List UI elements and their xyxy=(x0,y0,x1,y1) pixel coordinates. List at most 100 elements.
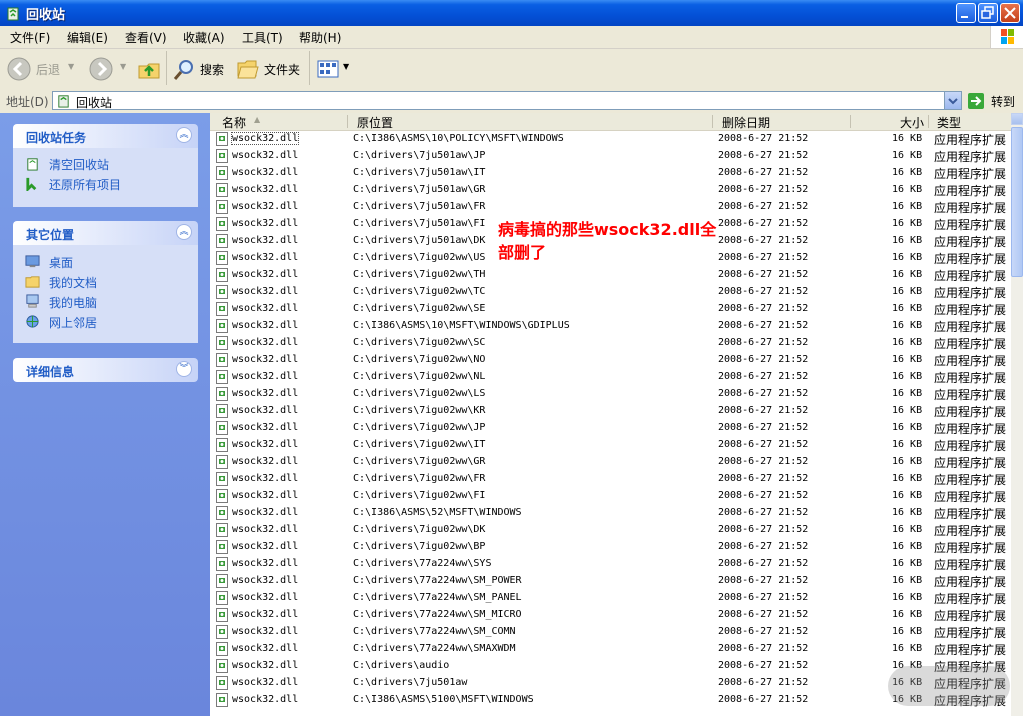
table-row[interactable]: wsock32.dll C:\drivers\7igu02ww\GR 2008-6-… xyxy=(210,454,1011,471)
table-row[interactable]: wsock32.dll C:\drivers\7ju501aw\FR 2008-6-… xyxy=(210,199,1011,216)
table-row[interactable]: wsock32.dll C:\drivers\77a224ww\SM_COMN 20… xyxy=(210,624,1011,641)
file-deleted-date: 2008-6-27 21:52 xyxy=(718,439,809,450)
expand-icon[interactable]: ︾ xyxy=(176,361,192,377)
file-name: wsock32.dll xyxy=(232,575,299,586)
collapse-icon[interactable]: ︽ xyxy=(176,127,192,143)
menu-edit[interactable]: 编辑(E) xyxy=(67,29,108,46)
table-row[interactable]: wsock32.dll C:\drivers\77a224ww\SM_POWER 2… xyxy=(210,573,1011,590)
forward-button[interactable]: ▼ xyxy=(88,56,128,82)
table-row[interactable]: wsock32.dll C:\drivers\7ju501aw\GR 2008-6-… xyxy=(210,182,1011,199)
views-icon xyxy=(317,60,339,78)
address-input[interactable]: 回收站 xyxy=(52,91,962,110)
file-type: 应用程序扩展 xyxy=(934,422,1007,436)
menu-tools[interactable]: 工具(T) xyxy=(242,29,283,46)
table-row[interactable]: wsock32.dll C:\I386\ASMS\10\MSFT\WINDOWS\… xyxy=(210,318,1011,335)
file-deleted-date: 2008-6-27 21:52 xyxy=(718,507,809,518)
address-dropdown[interactable] xyxy=(944,92,961,109)
file-list: 名称 ▲ 原位置 删除日期 大小 类型 wsock32.dll C:\I386\A… xyxy=(210,113,1023,716)
details-header[interactable]: 详细信息 ︾ xyxy=(13,358,198,382)
search-button[interactable]: 搜索 xyxy=(172,56,230,82)
toolbar: 后退 ▼ ▼ 搜索 文件夹 ▼ xyxy=(0,49,1023,90)
recycle-tasks-header[interactable]: 回收站任务 ︽ xyxy=(13,124,198,148)
restore-icon xyxy=(981,6,994,19)
table-row[interactable]: wsock32.dll C:\drivers\audio 2008-6-27 21:… xyxy=(210,658,1011,675)
table-row[interactable]: wsock32.dll C:\drivers\7igu02ww\SE 2008-6-… xyxy=(210,301,1011,318)
table-row[interactable]: wsock32.dll C:\drivers\7ju501aw\JP 2008-6-… xyxy=(210,148,1011,165)
file-size: 16 KB xyxy=(892,405,923,416)
table-row[interactable]: wsock32.dll C:\drivers\7igu02ww\JP 2008-6-… xyxy=(210,420,1011,437)
views-button[interactable]: ▼ xyxy=(316,58,352,80)
table-row[interactable]: wsock32.dll C:\drivers\7ju501aw\IT 2008-6-… xyxy=(210,165,1011,182)
folders-button[interactable]: 文件夹 xyxy=(236,56,302,82)
menu-view[interactable]: 查看(V) xyxy=(125,29,167,46)
table-row[interactable]: wsock32.dll C:\drivers\77a224ww\SMAXWDM 20… xyxy=(210,641,1011,658)
file-location: C:\drivers\7igu02ww\NO xyxy=(353,354,486,365)
file-type: 应用程序扩展 xyxy=(934,490,1007,504)
other-places-header[interactable]: 其它位置 ︽ xyxy=(13,221,198,245)
file-deleted-date: 2008-6-27 21:52 xyxy=(718,490,809,501)
column-divider[interactable] xyxy=(850,115,851,128)
collapse-icon[interactable]: ︽ xyxy=(176,224,192,240)
other-places-body: 桌面 我的文档 我的电脑 网上邻居 xyxy=(13,245,198,343)
table-row[interactable]: wsock32.dll C:\drivers\77a224ww\SYS 2008-6… xyxy=(210,556,1011,573)
column-divider[interactable] xyxy=(928,115,929,128)
file-size: 16 KB xyxy=(892,456,923,467)
table-row[interactable]: wsock32.dll C:\drivers\7igu02ww\NL 2008-6-… xyxy=(210,369,1011,386)
table-row[interactable]: wsock32.dll C:\drivers\7igu02ww\BP 2008-6-… xyxy=(210,539,1011,556)
file-location: C:\drivers\7igu02ww\IT xyxy=(353,439,486,450)
menu-favorites[interactable]: 收藏(A) xyxy=(183,29,225,46)
table-row[interactable]: wsock32.dll C:\I386\ASMS\10\POLICY\MSFT\W… xyxy=(210,131,1011,148)
file-type: 应用程序扩展 xyxy=(934,303,1007,317)
table-row[interactable]: wsock32.dll C:\drivers\7igu02ww\DK 2008-6-… xyxy=(210,522,1011,539)
dll-file-icon xyxy=(216,693,228,707)
table-row[interactable]: wsock32.dll C:\drivers\7igu02ww\NO 2008-6-… xyxy=(210,352,1011,369)
table-row[interactable]: wsock32.dll C:\drivers\7igu02ww\TC 2008-6-… xyxy=(210,284,1011,301)
table-row[interactable]: wsock32.dll C:\drivers\7igu02ww\FR 2008-6-… xyxy=(210,471,1011,488)
back-dropdown-icon[interactable]: ▼ xyxy=(68,62,74,71)
file-deleted-date: 2008-6-27 21:52 xyxy=(718,694,809,705)
file-location: C:\drivers\7igu02ww\FR xyxy=(353,473,486,484)
file-size: 16 KB xyxy=(892,371,923,382)
scroll-thumb[interactable] xyxy=(1011,127,1023,277)
table-row[interactable]: wsock32.dll C:\drivers\7igu02ww\TH 2008-6-… xyxy=(210,267,1011,284)
file-type: 应用程序扩展 xyxy=(934,354,1007,368)
table-row[interactable]: wsock32.dll C:\drivers\7igu02ww\KR 2008-6-… xyxy=(210,403,1011,420)
table-row[interactable]: wsock32.dll C:\drivers\77a224ww\SM_MICRO 2… xyxy=(210,607,1011,624)
menu-help[interactable]: 帮助(H) xyxy=(299,29,341,46)
column-header-size[interactable]: 大小 xyxy=(900,114,924,131)
back-button[interactable]: 后退 ▼ xyxy=(6,56,76,82)
up-folder-button[interactable] xyxy=(137,56,161,82)
table-row[interactable]: wsock32.dll C:\drivers\7igu02ww\FI 2008-6-… xyxy=(210,488,1011,505)
column-divider[interactable] xyxy=(347,115,348,128)
forward-arrow-icon xyxy=(89,57,113,81)
minimize-button[interactable] xyxy=(956,3,976,23)
file-name: wsock32.dll xyxy=(232,269,299,280)
column-header-type[interactable]: 类型 xyxy=(937,114,961,131)
file-type: 应用程序扩展 xyxy=(934,405,1007,419)
column-header-location[interactable]: 原位置 xyxy=(357,114,393,131)
table-row[interactable]: wsock32.dll C:\drivers\7igu02ww\SC 2008-6-… xyxy=(210,335,1011,352)
forward-dropdown-icon[interactable]: ▼ xyxy=(120,62,126,71)
views-dropdown-icon[interactable]: ▼ xyxy=(343,62,349,71)
panel-title: 回收站任务 xyxy=(26,131,87,145)
close-button[interactable] xyxy=(1000,3,1020,23)
go-button[interactable]: 转到 xyxy=(967,91,1019,111)
windows-flag-icon xyxy=(1001,29,1014,44)
restore-button[interactable] xyxy=(978,3,998,23)
column-divider[interactable] xyxy=(712,115,713,128)
title-bar[interactable]: 回收站 xyxy=(0,0,1023,26)
file-deleted-date: 2008-6-27 21:52 xyxy=(718,286,809,297)
table-row[interactable]: wsock32.dll C:\drivers\7igu02ww\LS 2008-6-… xyxy=(210,386,1011,403)
file-deleted-date: 2008-6-27 21:52 xyxy=(718,405,809,416)
table-row[interactable]: wsock32.dll C:\I386\ASMS\52\MSFT\WINDOWS 2… xyxy=(210,505,1011,522)
menu-file[interactable]: 文件(F) xyxy=(10,29,50,46)
vertical-scrollbar[interactable] xyxy=(1011,113,1023,716)
file-size: 16 KB xyxy=(892,541,923,552)
table-row[interactable]: wsock32.dll C:\drivers\77a224ww\SM_PANEL 2… xyxy=(210,590,1011,607)
scroll-up-button[interactable] xyxy=(1011,113,1023,125)
table-row[interactable]: wsock32.dll C:\drivers\7igu02ww\IT 2008-6-… xyxy=(210,437,1011,454)
column-header-name[interactable]: 名称 xyxy=(222,114,246,131)
link-label: 我的电脑 xyxy=(49,296,98,310)
file-deleted-date: 2008-6-27 21:52 xyxy=(718,677,809,688)
column-header-date[interactable]: 删除日期 xyxy=(722,114,770,131)
